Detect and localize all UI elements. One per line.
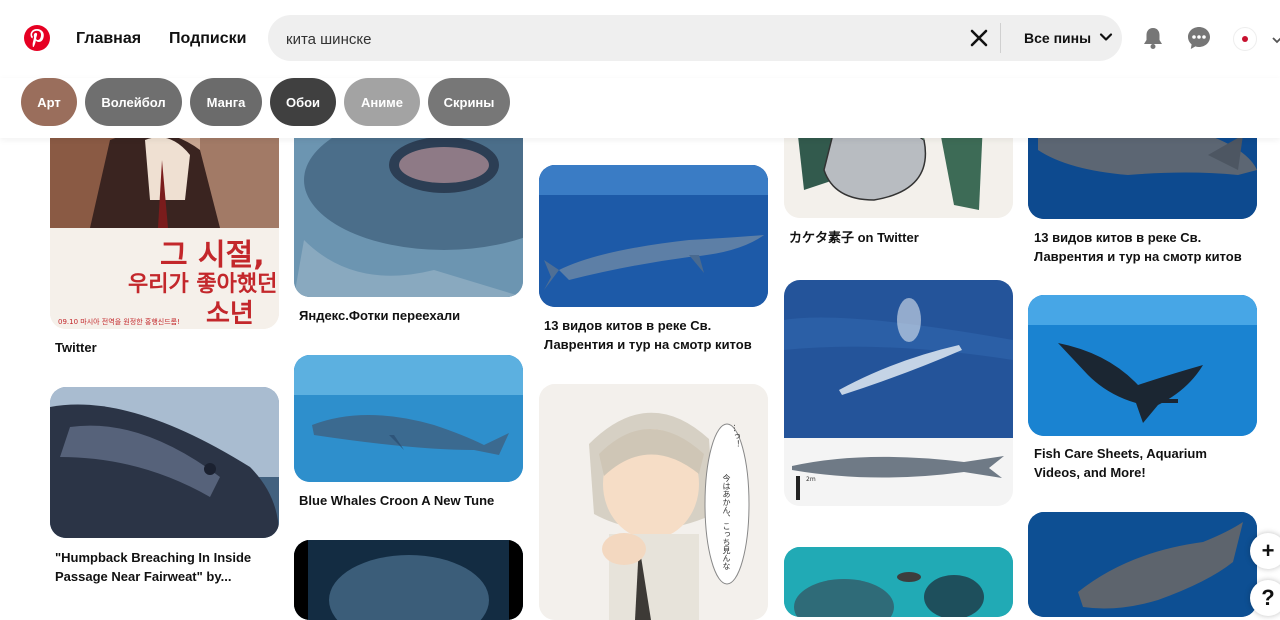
scale-label: 2m <box>806 476 816 483</box>
manga-bubble-text: …っ！ <box>732 424 741 448</box>
pin-image[interactable] <box>1028 512 1257 617</box>
pin-caption[interactable]: 13 видов китов в реке Св. Лаврентия и ту… <box>1034 228 1254 266</box>
chip-volleyball[interactable]: Волейбол <box>85 78 182 126</box>
pin-image[interactable] <box>1028 295 1257 436</box>
top-bar: Главная Подписки Все пины <box>0 0 1280 78</box>
pin-caption[interactable]: Blue Whales Croon A New Tune <box>299 491 519 510</box>
pin-caption[interactable]: Twitter <box>55 338 275 357</box>
caret-icon[interactable] <box>1272 32 1280 50</box>
chip-screens[interactable]: Скрины <box>428 78 510 126</box>
pin-image[interactable] <box>784 547 1013 617</box>
pin-image[interactable] <box>294 540 523 620</box>
pin-image[interactable] <box>539 165 768 307</box>
korean-date: 09.10 마시아 전역을 원정한 홍행신드롬! <box>58 318 180 326</box>
clear-icon[interactable] <box>968 27 990 49</box>
chevron-down-icon <box>1099 16 1113 62</box>
chip-art[interactable]: Арт <box>21 78 77 126</box>
pin-image[interactable]: 2m <box>784 280 1013 506</box>
search-divider <box>1000 23 1001 53</box>
pin-caption[interactable]: Яндекс.Фотки переехали <box>299 306 519 325</box>
search-input[interactable] <box>284 15 968 63</box>
filter-chips: Арт Волейбол Манга Обои Аниме Скрины <box>0 78 1280 138</box>
bell-icon[interactable] <box>1140 25 1166 51</box>
pin-caption[interactable]: カケタ素子 on Twitter <box>789 228 1009 247</box>
pin-filter-dropdown[interactable]: Все пины <box>1024 15 1113 61</box>
pinterest-logo-icon[interactable] <box>24 25 50 51</box>
manga-bubble-text: 今はあかん、こっち見んな <box>722 474 731 570</box>
chip-anime[interactable]: Аниме <box>344 78 420 126</box>
pin-caption[interactable]: 13 видов китов в реке Св. Лаврентия и ту… <box>544 316 764 354</box>
chip-manga[interactable]: Манга <box>190 78 262 126</box>
chip-wallpapers[interactable]: Обои <box>270 78 336 126</box>
pin-caption[interactable]: Fish Care Sheets, Aquarium Videos, and M… <box>1034 444 1254 482</box>
avatar[interactable] <box>1233 27 1257 51</box>
add-button[interactable]: + <box>1250 533 1280 569</box>
pin-filter-label: Все пины <box>1024 30 1092 46</box>
korean-title: 우리가 좋아했던 <box>128 272 278 297</box>
search-bar: Все пины <box>268 15 1122 63</box>
pin-image[interactable]: …っ！ 今はあかん、こっち見んな <box>539 384 768 620</box>
korean-title: 소년 <box>206 299 254 329</box>
pin-image[interactable] <box>294 120 523 297</box>
pin-caption[interactable]: "Humpback Breaching In Inside Passage Ne… <box>55 548 275 586</box>
nav-following[interactable]: Подписки <box>169 30 246 48</box>
pin-image[interactable] <box>294 355 523 482</box>
chat-icon[interactable] <box>1186 25 1212 51</box>
pin-image[interactable] <box>50 387 279 538</box>
nav-home[interactable]: Главная <box>76 30 141 48</box>
help-button[interactable]: ? <box>1250 580 1280 616</box>
